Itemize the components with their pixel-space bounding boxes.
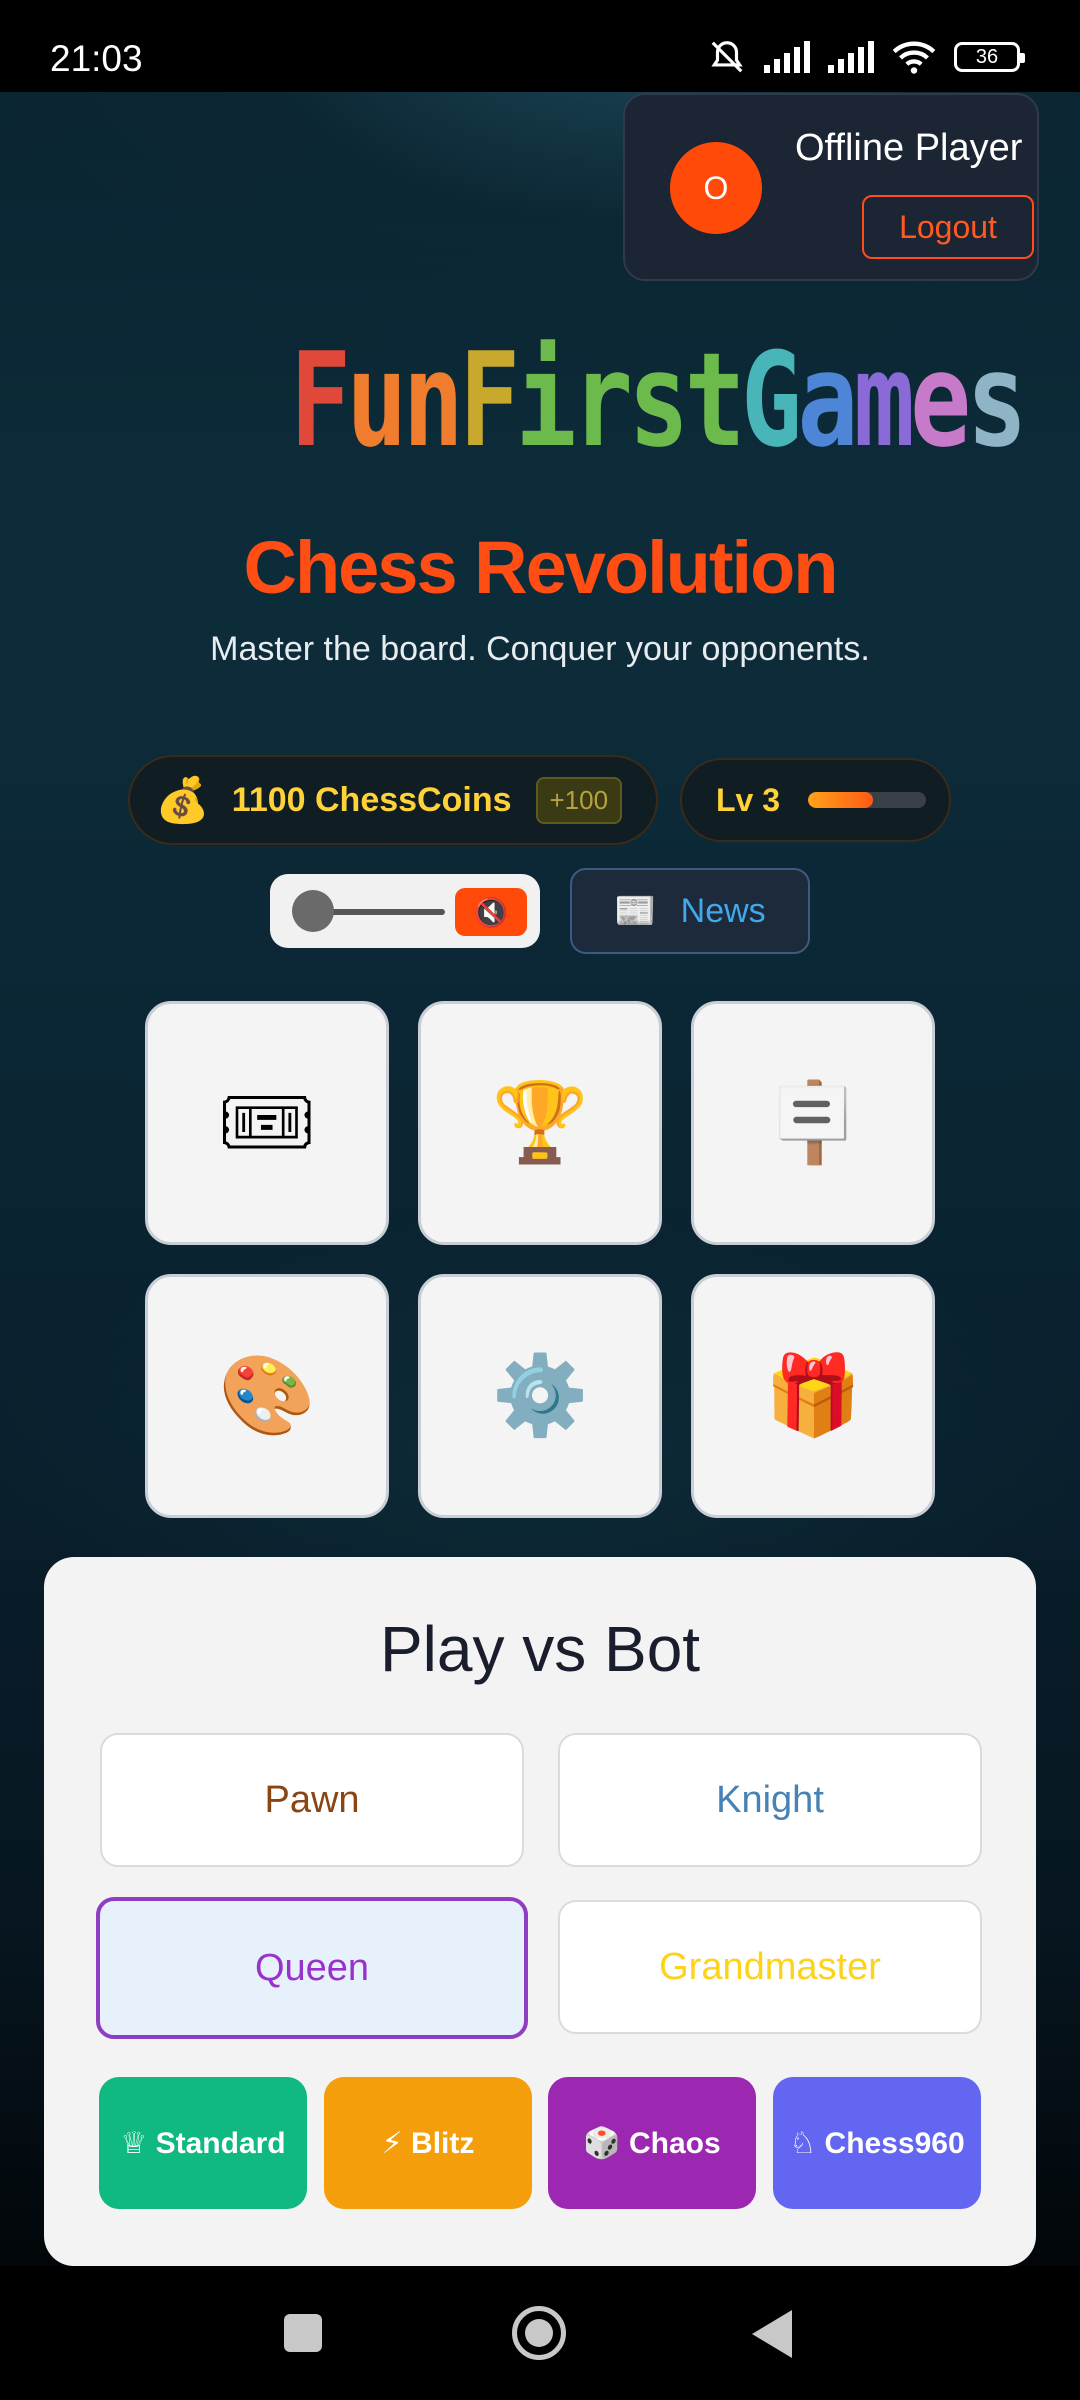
gear-icon: ⚙️ bbox=[491, 1351, 589, 1439]
difficulty-queen-button[interactable]: Queen bbox=[96, 1897, 528, 2039]
trophy-tile[interactable]: 🏆 bbox=[418, 1001, 662, 1245]
back-button[interactable] bbox=[752, 2310, 792, 2358]
app-screen: 21:03 36 O Offline Player Logout FunFirs… bbox=[0, 0, 1080, 2400]
user-card: O Offline Player Logout bbox=[623, 93, 1039, 281]
home-button[interactable] bbox=[512, 2306, 566, 2360]
difficulty-knight-button[interactable]: Knight bbox=[558, 1733, 982, 1867]
signal-icon bbox=[828, 41, 874, 73]
xp-progress-fill bbox=[808, 792, 873, 808]
coins-display: 💰 1100 ChessCoins +100 bbox=[128, 755, 658, 845]
status-icons: 36 bbox=[708, 38, 1025, 76]
newspaper-icon: 📰 bbox=[614, 892, 657, 930]
mode-standard-button[interactable]: ♕ Standard bbox=[99, 2077, 307, 2209]
shop-tile[interactable]: 🪧 bbox=[691, 1001, 935, 1245]
trophy-icon: 🏆 bbox=[491, 1078, 589, 1166]
tickets-tile[interactable]: 🎟 bbox=[145, 1001, 389, 1245]
news-label: News bbox=[680, 891, 766, 930]
wifi-icon bbox=[892, 41, 936, 74]
page-title: Chess Revolution bbox=[243, 526, 839, 609]
mode-blitz-button[interactable]: ⚡ Blitz bbox=[324, 2077, 532, 2209]
level-text: Lv 3 bbox=[716, 781, 781, 818]
settings-tile[interactable]: ⚙️ bbox=[418, 1274, 662, 1518]
ticket-icon: 🎟 bbox=[217, 1078, 317, 1166]
xp-progress-bar bbox=[808, 792, 927, 808]
level-display: Lv 3 bbox=[680, 758, 951, 842]
mode-chess960-button[interactable]: ♘ Chess960 bbox=[773, 2077, 981, 2209]
palette-icon: 🎨 bbox=[218, 1351, 316, 1439]
difficulty-grandmaster-button[interactable]: Grandmaster bbox=[558, 1900, 982, 2034]
user-name: Offline Player bbox=[795, 127, 1023, 169]
funfirstgames-logo: FunFirstGames bbox=[290, 324, 1028, 476]
logout-button[interactable]: Logout bbox=[862, 195, 1034, 259]
palette-tile[interactable]: 🎨 bbox=[145, 1274, 389, 1518]
avatar[interactable]: O bbox=[670, 142, 762, 234]
gift-icon: 🎁 bbox=[764, 1351, 862, 1439]
page-subtitle: Master the board. Conquer your opponents… bbox=[210, 630, 870, 668]
battery-icon: 36 bbox=[954, 42, 1025, 72]
difficulty-pawn-button[interactable]: Pawn bbox=[100, 1733, 524, 1867]
recents-button[interactable] bbox=[284, 2314, 322, 2352]
play-vs-bot-panel: Play vs Bot Pawn Knight Queen Grandmaste… bbox=[44, 1557, 1036, 2266]
bot-panel-title: Play vs Bot bbox=[379, 1613, 701, 1685]
status-time: 21:03 bbox=[50, 38, 143, 79]
coins-text: 1100 ChessCoins bbox=[231, 780, 512, 819]
mode-chaos-button[interactable]: 🎲 Chaos bbox=[548, 2077, 756, 2209]
bell-off-icon bbox=[711, 41, 743, 73]
volume-slider-knob[interactable] bbox=[292, 890, 334, 932]
system-nav-bar bbox=[0, 2266, 1080, 2400]
coins-bonus-badge: +100 bbox=[535, 776, 623, 824]
status-bar: 21:03 36 bbox=[0, 0, 1080, 92]
news-button[interactable]: 📰 News bbox=[570, 868, 810, 954]
signal-icon bbox=[764, 41, 810, 73]
money-bag-icon: 💰 bbox=[155, 776, 210, 825]
shop-icon: 🪧 bbox=[764, 1078, 862, 1166]
mute-button[interactable]: 🔇 bbox=[455, 888, 527, 936]
gift-tile[interactable]: 🎁 bbox=[691, 1274, 935, 1518]
sound-control: 🔇 bbox=[270, 874, 540, 948]
volume-slider-track[interactable] bbox=[315, 909, 445, 915]
